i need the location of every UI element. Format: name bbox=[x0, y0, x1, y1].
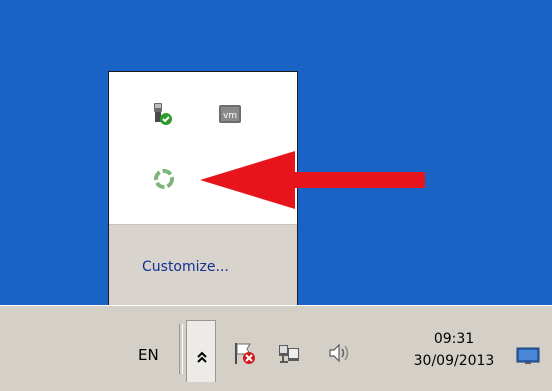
taskbar-clock[interactable]: 09:31 30/09/2013 bbox=[399, 328, 509, 372]
action-center-flag-icon[interactable] bbox=[232, 340, 258, 366]
annotation-arrow bbox=[200, 145, 430, 215]
taskbar-separator bbox=[179, 324, 183, 374]
clock-date: 30/09/2013 bbox=[413, 353, 495, 369]
network-icon[interactable] bbox=[276, 340, 302, 366]
volume-icon[interactable] bbox=[326, 340, 352, 366]
svg-text:vm: vm bbox=[223, 111, 237, 121]
usb-safe-remove-icon[interactable] bbox=[149, 102, 173, 126]
show-desktop-icon[interactable] bbox=[516, 346, 540, 366]
language-indicator[interactable]: EN bbox=[138, 346, 159, 364]
clock-time: 09:31 bbox=[433, 331, 475, 347]
taskbar: EN 09:31 30/09/2013 bbox=[0, 305, 552, 391]
customize-link[interactable]: Customize... bbox=[142, 259, 229, 275]
chevron-up-icon bbox=[196, 351, 208, 365]
show-hidden-icons-button[interactable] bbox=[186, 320, 216, 382]
popup-footer: Customize... bbox=[109, 224, 297, 305]
sync-icon[interactable] bbox=[152, 167, 176, 191]
vmware-tools-icon[interactable]: vm bbox=[218, 102, 242, 126]
